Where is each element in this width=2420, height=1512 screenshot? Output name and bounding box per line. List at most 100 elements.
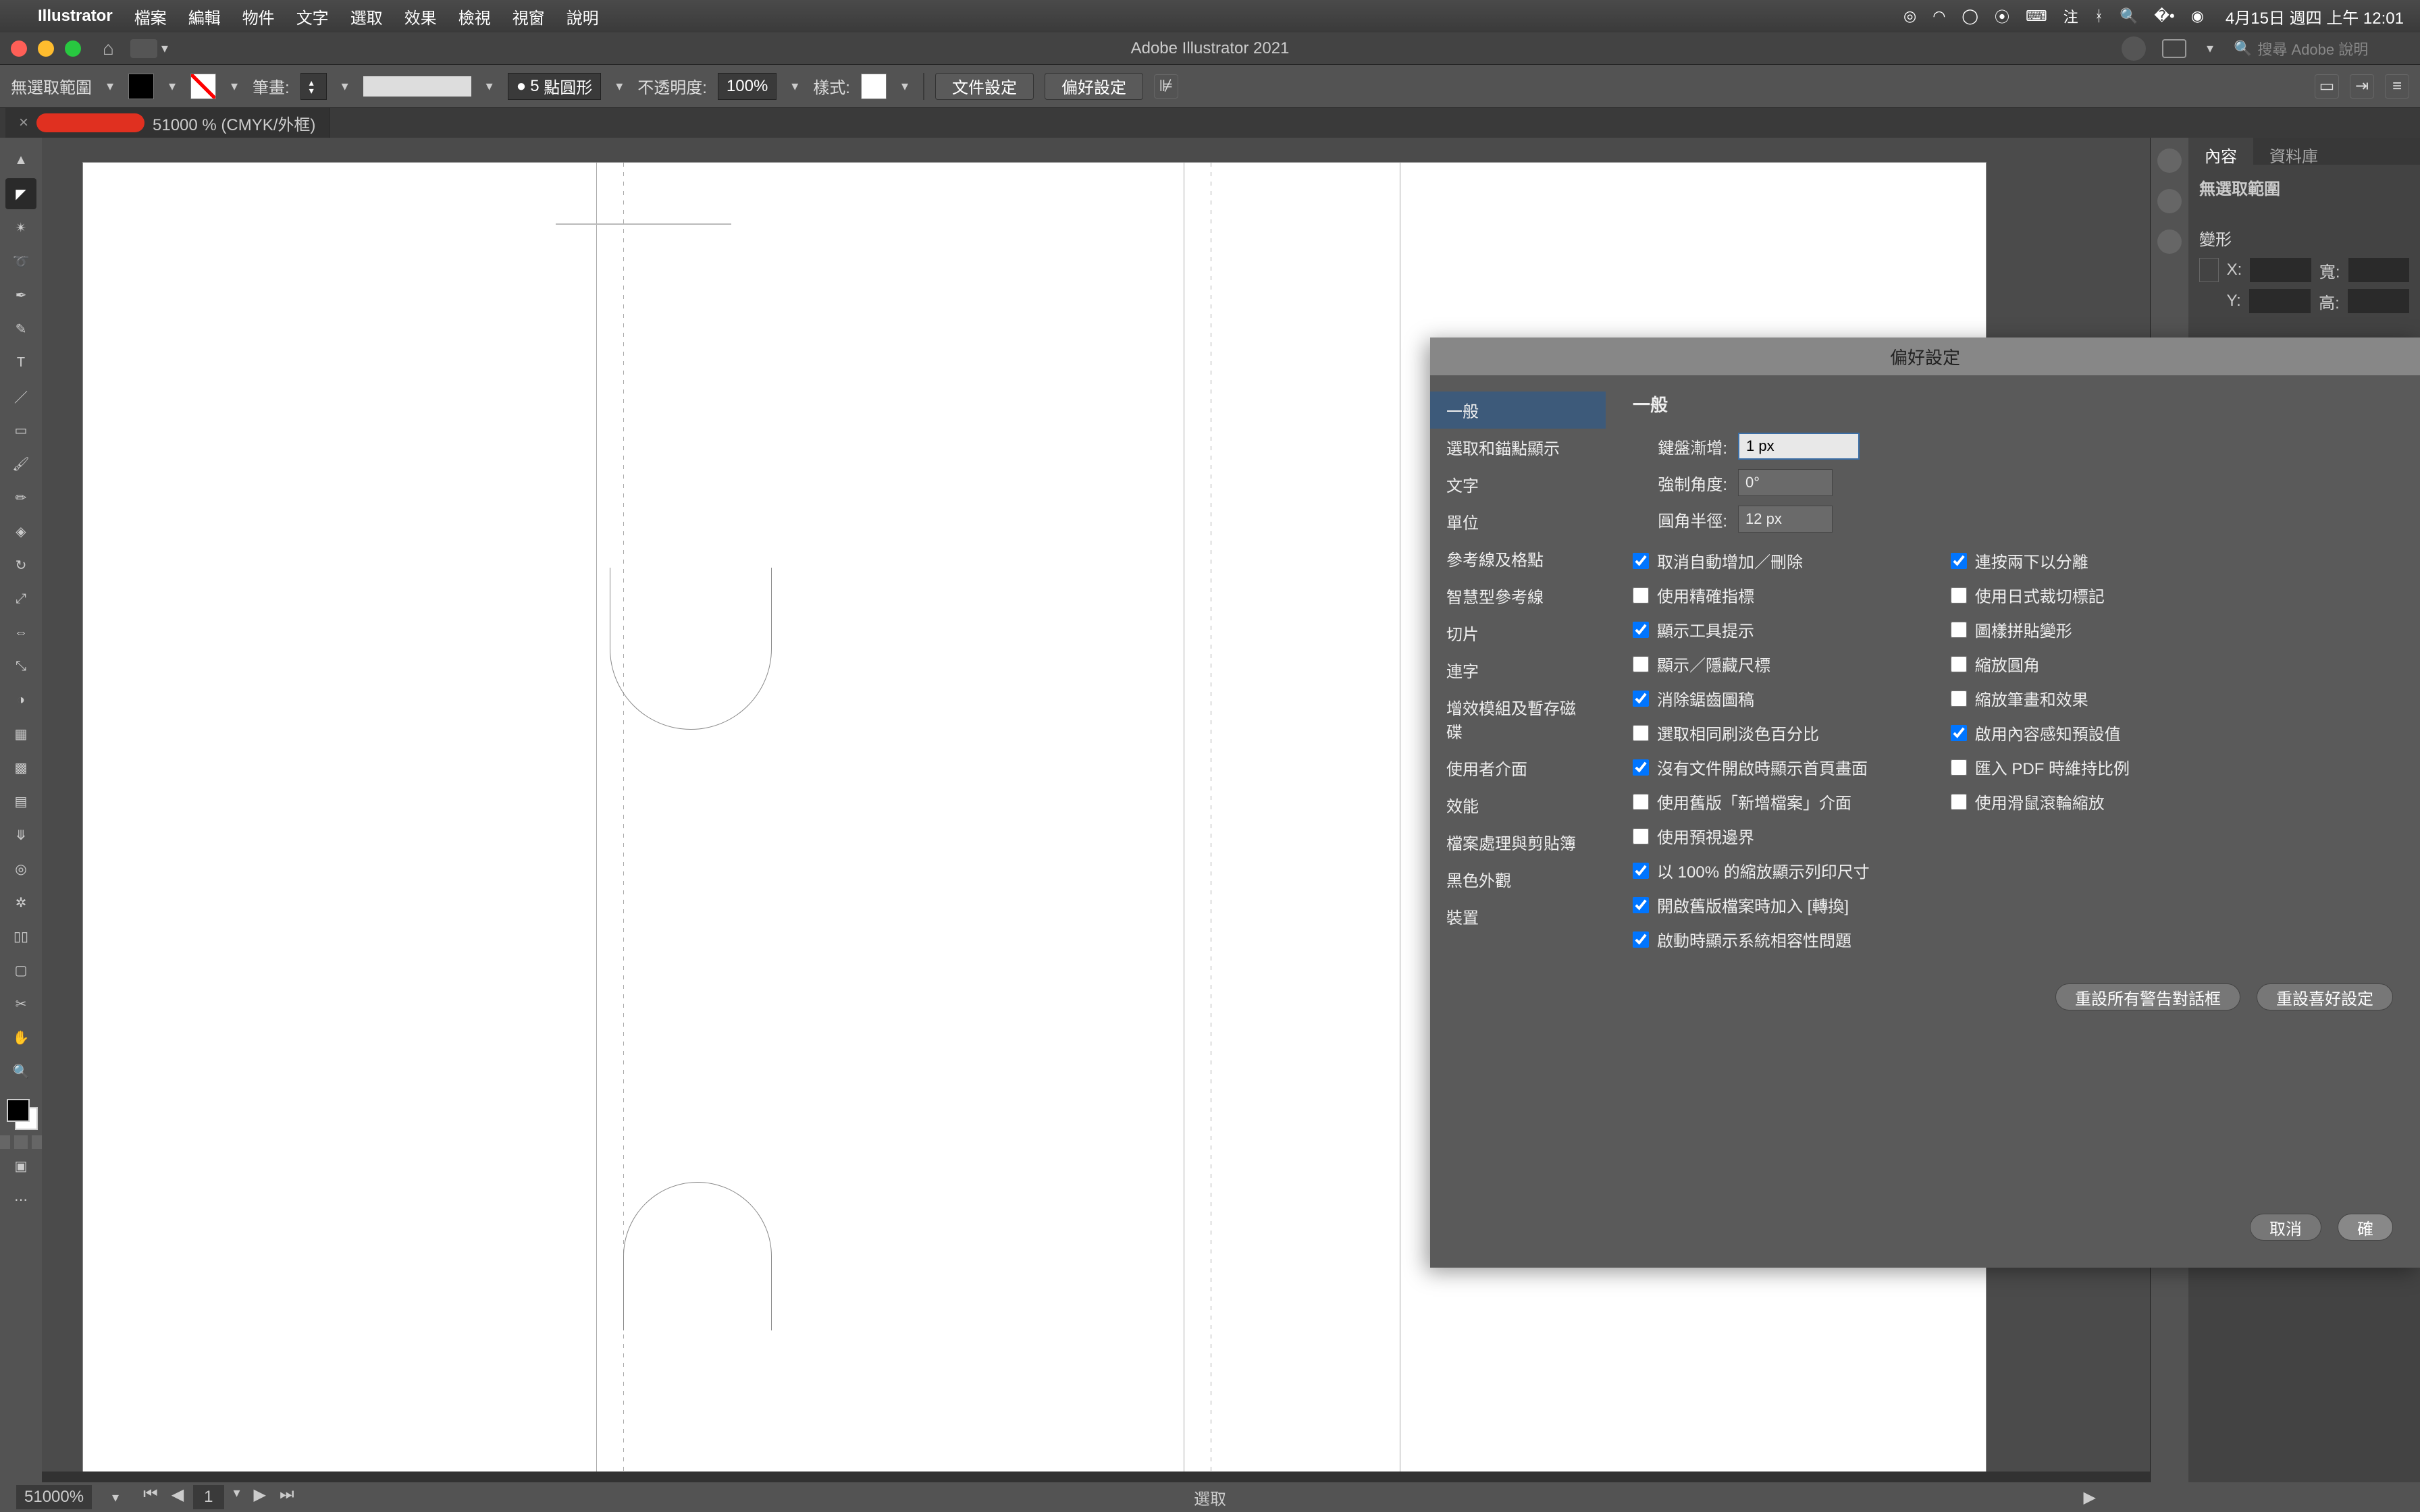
- artboard-caret[interactable]: [230, 1485, 244, 1500]
- ref-point-icon[interactable]: [2199, 258, 2219, 282]
- artboard-number[interactable]: 1: [193, 1485, 223, 1509]
- prefs-sidebar-item[interactable]: 黑色外觀: [1430, 861, 1606, 898]
- close-tab-icon[interactable]: ×: [19, 113, 28, 132]
- window-zoom-button[interactable]: [65, 40, 81, 57]
- ok-button[interactable]: 確: [2338, 1214, 2393, 1241]
- prefs-checkbox[interactable]: [1633, 863, 1649, 879]
- pen-tool[interactable]: ✒: [5, 279, 36, 310]
- spotlight-icon[interactable]: 🔍: [2120, 5, 2138, 27]
- align-to-icon[interactable]: ⊯: [1154, 74, 1178, 99]
- prefs-checkbox-row[interactable]: 使用日式裁切標記: [1951, 583, 2130, 607]
- transform-panel-icon[interactable]: ▭: [2315, 74, 2339, 99]
- no-selection-caret[interactable]: [103, 79, 117, 94]
- prefs-checkbox[interactable]: [1633, 932, 1649, 948]
- ime-icon[interactable]: 注: [2063, 5, 2078, 27]
- layers-panel-icon[interactable]: [2157, 189, 2182, 213]
- stroke-weight-down[interactable]: ▾: [309, 86, 314, 94]
- prefs-checkbox-row[interactable]: 以 100% 的縮放顯示列印尺寸: [1633, 859, 1870, 882]
- prefs-checkbox[interactable]: [1633, 828, 1649, 844]
- menu-help[interactable]: 說明: [567, 5, 599, 28]
- prefs-checkbox[interactable]: [1951, 587, 1967, 603]
- control-menu-icon[interactable]: ≡: [2385, 74, 2409, 99]
- edit-toolbar-icon[interactable]: ⋯: [5, 1184, 36, 1215]
- x-input[interactable]: [2250, 258, 2311, 282]
- graphic-style-swatch[interactable]: [861, 74, 887, 99]
- screen-mode-icon[interactable]: ▣: [5, 1150, 36, 1181]
- fill-caret[interactable]: [165, 79, 180, 94]
- prefs-sidebar-item[interactable]: 文字: [1430, 466, 1606, 503]
- prefs-checkbox-row[interactable]: 選取相同刷淡色百分比: [1633, 721, 1870, 745]
- prefs-checkbox-row[interactable]: 使用滑鼠滾輪縮放: [1951, 790, 2130, 813]
- bluetooth-icon[interactable]: ᚼ: [2095, 5, 2103, 27]
- cancel-button[interactable]: 取消: [2250, 1214, 2321, 1241]
- prev-artboard-icon[interactable]: ◀: [167, 1485, 188, 1509]
- tab-properties[interactable]: 內容: [2188, 138, 2253, 165]
- menu-window[interactable]: 視窗: [512, 5, 545, 28]
- prefs-checkbox[interactable]: [1633, 759, 1649, 776]
- line-icon[interactable]: ◯: [1962, 5, 1978, 27]
- help-search-input[interactable]: 搜尋 Adobe 說明: [2234, 38, 2409, 59]
- prefs-checkbox-row[interactable]: 縮放圓角: [1951, 652, 2130, 676]
- menu-effect[interactable]: 效果: [404, 5, 437, 28]
- prefs-checkbox[interactable]: [1633, 553, 1649, 569]
- fill-stroke-swatches[interactable]: [4, 1096, 38, 1130]
- prefs-checkbox[interactable]: [1951, 656, 1967, 672]
- rectangle-tool[interactable]: ▭: [5, 414, 36, 446]
- status-mode[interactable]: 選取: [1194, 1486, 1226, 1509]
- free-transform-tool[interactable]: ⤡: [5, 651, 36, 682]
- lasso-tool[interactable]: ➰: [5, 246, 36, 277]
- prefs-sidebar-item[interactable]: 智慧型參考線: [1430, 577, 1606, 614]
- fill-swatch[interactable]: [128, 74, 154, 99]
- prefs-checkbox-row[interactable]: 圖樣拼貼變形: [1951, 618, 2130, 641]
- prefs-checkbox-row[interactable]: 啟動時顯示系統相容性問題: [1633, 927, 1870, 951]
- user-avatar-icon[interactable]: [2122, 36, 2146, 61]
- menu-view[interactable]: 檢視: [458, 5, 491, 28]
- tab-libraries[interactable]: 資料庫: [2253, 138, 2334, 165]
- eraser-tool[interactable]: ◈: [5, 516, 36, 547]
- document-setup-button[interactable]: 文件設定: [935, 73, 1034, 100]
- prefs-sidebar-item[interactable]: 切片: [1430, 614, 1606, 651]
- prefs-checkbox[interactable]: [1951, 725, 1967, 741]
- menu-select[interactable]: 選取: [350, 5, 383, 28]
- h-input[interactable]: [2348, 289, 2409, 313]
- scale-tool[interactable]: ⤢: [5, 583, 36, 614]
- home-icon[interactable]: ⌂: [103, 38, 114, 59]
- stroke-caret[interactable]: [227, 79, 242, 94]
- gradient-tool[interactable]: ▤: [5, 786, 36, 817]
- opacity-input[interactable]: 100%: [718, 73, 777, 100]
- hand-tool[interactable]: ✋: [5, 1022, 36, 1053]
- workspace-icon[interactable]: [2162, 39, 2186, 58]
- blend-tool[interactable]: ◎: [5, 853, 36, 884]
- perspective-grid-tool[interactable]: ▦: [5, 718, 36, 749]
- keyboard-icon[interactable]: ⌨: [2026, 5, 2047, 27]
- shaper-tool[interactable]: ✏: [5, 482, 36, 513]
- last-artboard-icon[interactable]: ⏭: [275, 1485, 298, 1509]
- prefs-sidebar-item[interactable]: 一般: [1430, 392, 1606, 429]
- prefs-sidebar-item[interactable]: 選取和錨點顯示: [1430, 429, 1606, 466]
- prefs-checkbox-row[interactable]: 顯示工具提示: [1633, 618, 1870, 641]
- stroke-weight-input[interactable]: ▴▾: [300, 73, 327, 100]
- menu-object[interactable]: 物件: [242, 5, 275, 28]
- prefs-checkbox[interactable]: [1951, 759, 1967, 776]
- siri-icon[interactable]: ◉: [2191, 5, 2204, 27]
- opacity-caret[interactable]: [787, 79, 802, 94]
- menu-file[interactable]: 檔案: [134, 5, 167, 28]
- zoom-tool[interactable]: 🔍: [5, 1056, 36, 1087]
- cc-libraries-icon[interactable]: [2157, 230, 2182, 254]
- prefs-checkbox-row[interactable]: 縮放筆畫和效果: [1951, 686, 2130, 710]
- prefs-checkbox-row[interactable]: 開啟舊版檔案時加入 [轉換]: [1633, 893, 1870, 917]
- draw-normal-icon[interactable]: [0, 1135, 10, 1149]
- y-input[interactable]: [2249, 289, 2311, 313]
- menu-edit[interactable]: 編輯: [188, 5, 221, 28]
- prefs-checkbox[interactable]: [1951, 794, 1967, 810]
- eyedropper-tool[interactable]: ⤋: [5, 819, 36, 850]
- status-icon-1[interactable]: ◠: [1932, 5, 1945, 27]
- prefs-checkbox-row[interactable]: 沒有文件開啟時顯示首頁畫面: [1633, 755, 1870, 779]
- status-caret[interactable]: ▶: [2084, 1488, 2096, 1507]
- window-close-button[interactable]: [11, 40, 27, 57]
- prefs-checkbox[interactable]: [1951, 553, 1967, 569]
- prefs-checkbox-row[interactable]: 使用舊版「新增檔案」介面: [1633, 790, 1870, 813]
- arrange-caret[interactable]: [157, 41, 172, 56]
- type-tool[interactable]: T: [5, 347, 36, 378]
- next-artboard-icon[interactable]: ▶: [250, 1485, 270, 1509]
